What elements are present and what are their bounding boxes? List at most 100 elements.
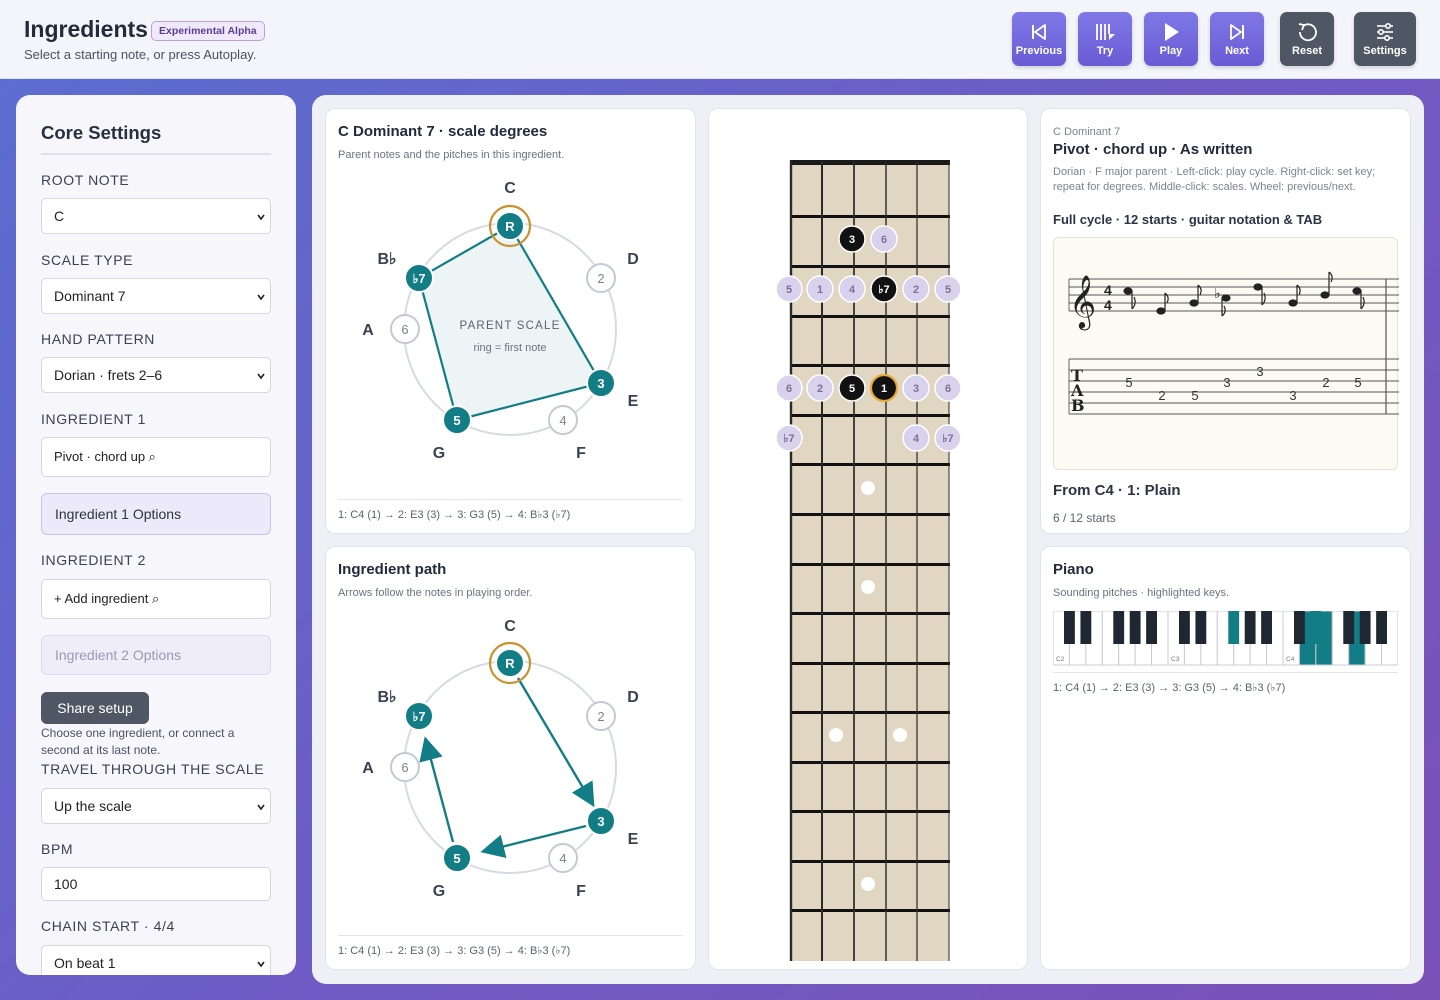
scale-degrees-card: C Dominant 7 · scale degrees Parent note… [325,108,696,534]
node-3[interactable]: 3 [586,806,616,836]
piano-black-key[interactable] [1080,611,1092,644]
ingredient-1-options-button[interactable]: Ingredient 1 Options [41,493,271,535]
piano-black-key[interactable] [1376,611,1387,644]
note-label-d: D [627,251,639,268]
piano-black-key[interactable] [1294,611,1305,644]
time-sig-top: 4 [1104,282,1112,298]
note-label-a: A [362,760,374,777]
fret-note[interactable]: 3 [838,225,866,253]
svg-text:4: 4 [559,413,566,428]
node-2[interactable]: 2 [586,263,616,293]
svg-text:♭7: ♭7 [413,710,426,724]
fret-note[interactable]: ♭7 [934,424,962,452]
travel-value: Up the scale [54,798,132,814]
core-settings-sidebar: Core Settings ROOT NOTE C SCALE TYPE Dom… [16,95,296,975]
ingredient-2-label: INGREDIENT 2 [41,552,146,568]
fretboard[interactable]: 3 6 5 1 4 ♭7 2 5 6 2 5 1 3 6 ♭7 4 ♭7 [709,109,1028,970]
scale-type-select[interactable]: Dominant 7 [41,278,271,314]
fret-note[interactable]: 4 [838,275,866,303]
node-3[interactable]: 3 [586,368,616,398]
piano-black-key[interactable] [1359,611,1371,644]
play-icon [1165,23,1179,41]
node-6[interactable]: 6 [390,314,420,344]
piano-black-key[interactable] [1113,611,1125,644]
try-button[interactable]: Try [1078,12,1132,66]
add-ingredient-button[interactable]: + Add ingredient ⌕ [41,579,271,619]
node-root[interactable]: R [495,648,525,678]
node-flat7[interactable]: ♭7 [404,263,434,293]
app-subtitle: Select a starting note, or press Autopla… [24,47,257,62]
skip-forward-icon [1230,24,1244,40]
svg-text:6: 6 [786,383,792,395]
node-5[interactable]: 5 [442,405,472,435]
starts-count: 6 / 12 starts [1053,511,1116,525]
piano-black-key[interactable] [1146,611,1157,644]
svg-text:2: 2 [817,383,823,395]
svg-text:1: 1 [881,383,887,395]
previous-button[interactable]: Previous [1012,12,1066,66]
fret-note[interactable]: 5 [775,275,803,303]
center-sub: ring = first note [473,342,546,354]
svg-text:5: 5 [453,851,460,866]
fret-note[interactable]: ♭7 [775,424,803,452]
next-button[interactable]: Next [1210,12,1264,66]
travel-select[interactable]: Up the scale [41,788,271,824]
piano-black-key[interactable] [1064,611,1075,644]
reset-icon [1298,23,1317,42]
divider [41,153,271,155]
note-label-c: C [504,180,516,197]
svg-text:♭7: ♭7 [942,433,953,445]
piano-black-key[interactable] [1195,611,1207,644]
fret-note[interactable]: 4 [902,424,930,452]
settings-button[interactable]: Settings [1354,12,1416,66]
node-6[interactable]: 6 [390,752,420,782]
path-wheel[interactable]: C D E F G A B♭ R 2 3 4 5 6 ♭7 [326,547,696,927]
nut [790,160,950,165]
svg-text:3: 3 [913,383,919,395]
reset-button[interactable]: Reset [1280,12,1334,66]
fret-note[interactable]: ♭7 [870,275,898,303]
notation-panel[interactable]: 𝄞 4 4 ♭ TAB 5 2 5 3 3 3 2 5 [1053,237,1399,470]
piano-black-key[interactable] [1129,611,1141,644]
piano-black-key[interactable] [1244,611,1256,644]
fret-note-current[interactable]: 1 [869,373,899,403]
fret-note[interactable]: 2 [902,275,930,303]
fret-note[interactable]: 3 [902,374,930,402]
bpm-input[interactable]: 100 [41,867,271,901]
node-flat7[interactable]: ♭7 [404,701,434,731]
octave-label-c2: C2 [1056,656,1065,663]
piano-keyboard[interactable]: C2 C3 C4 [1053,611,1398,667]
fret-note[interactable]: 6 [775,374,803,402]
node-4[interactable]: 4 [548,843,578,873]
piano-black-key[interactable] [1343,611,1355,644]
root-note-select[interactable]: C [41,198,271,234]
play-button[interactable]: Play [1144,12,1198,66]
piano-black-key[interactable] [1179,611,1190,644]
piano-black-key[interactable] [1310,611,1322,644]
info-small: C Dominant 7 [1053,126,1121,138]
fret-note[interactable]: 5 [838,374,866,402]
degree-wheel[interactable]: PARENT SCALE ring = first note C D E F G… [326,109,696,489]
hand-pattern-select[interactable]: Dorian · frets 2–6 [41,357,271,393]
node-2[interactable]: 2 [586,701,616,731]
octave-label-c3: C3 [1171,656,1180,663]
piano-black-key[interactable] [1261,611,1272,644]
ingredient-1-picker[interactable]: Pivot · chord up ⌕ [41,437,271,477]
node-4[interactable]: 4 [548,405,578,435]
piano-black-key[interactable] [1228,611,1240,644]
chain-start-select[interactable]: On beat 1 [41,945,271,975]
node-5[interactable]: 5 [442,843,472,873]
notation-staff: 𝄞 4 4 ♭ TAB 5 2 5 3 3 3 2 5 [1068,271,1399,415]
chain-start-label: CHAIN START · 4/4 [41,918,175,934]
node-root[interactable]: R [495,211,525,241]
fret-note[interactable]: 5 [934,275,962,303]
card-footer: 1: C4 (1) → 2: E3 (3) → 3: G3 (5) → 4: B… [338,935,683,957]
flat-icon: ♭ [1214,285,1221,301]
fret-note[interactable]: 6 [870,225,898,253]
share-setup-button[interactable]: Share setup [41,692,149,724]
fret-note[interactable]: 1 [806,275,834,303]
note-label-a: A [362,322,374,339]
fret-note[interactable]: 2 [806,374,834,402]
wheel-ring [403,660,617,874]
fret-note[interactable]: 6 [934,374,962,402]
